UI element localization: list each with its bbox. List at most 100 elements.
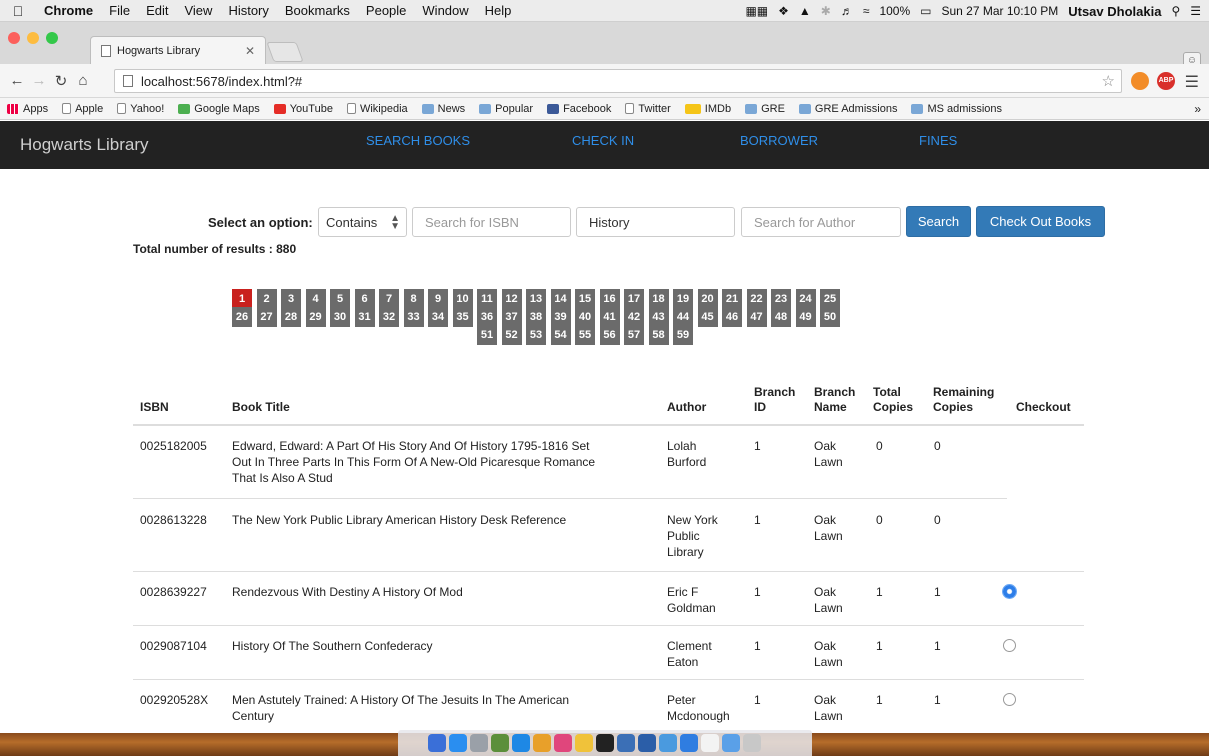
extension-fire-icon[interactable] <box>1131 72 1149 90</box>
browser-tab[interactable]: Hogwarts Library ✕ <box>90 36 266 64</box>
browser-menu-icon[interactable]: ☰ <box>1185 72 1199 92</box>
page-link[interactable]: 59 <box>673 325 693 345</box>
menu-edit[interactable]: Edit <box>138 3 176 18</box>
nav-search-books[interactable]: SEARCH BOOKS <box>366 133 470 148</box>
page-link[interactable]: 52 <box>501 325 522 345</box>
page-link[interactable]: 33 <box>403 307 424 327</box>
bookmarks-overflow-icon[interactable]: » <box>1194 102 1201 116</box>
drive-icon[interactable]: ▲ <box>799 4 811 18</box>
menu-people[interactable]: People <box>358 3 414 18</box>
page-link[interactable]: 47 <box>746 307 767 327</box>
page-link[interactable]: 20 <box>697 289 718 309</box>
page-link[interactable]: 51 <box>477 325 497 345</box>
page-link[interactable]: 57 <box>624 325 644 345</box>
adblock-plus-icon[interactable]: ABP <box>1157 72 1175 90</box>
page-link[interactable]: 53 <box>526 325 546 345</box>
page-link[interactable]: 15 <box>575 289 595 309</box>
bookmark-google-maps[interactable]: Google Maps <box>171 103 266 115</box>
menu-help[interactable]: Help <box>477 3 520 18</box>
nav-fines[interactable]: FINES <box>919 133 957 148</box>
page-link[interactable]: 36 <box>477 307 497 327</box>
new-tab-button[interactable] <box>266 42 304 62</box>
notification-center-icon[interactable]: ☰ <box>1190 4 1201 18</box>
menubar-user[interactable]: Utsav Dholakia <box>1068 4 1161 19</box>
bookmark-popular[interactable]: Popular <box>472 103 540 115</box>
page-link[interactable]: 46 <box>722 307 742 327</box>
page-link[interactable]: 58 <box>648 325 669 345</box>
chrome-dock-icon[interactable] <box>575 734 593 752</box>
bookmark-ms-admissions[interactable]: MS admissions <box>904 103 1009 115</box>
battery-percent[interactable]: 100% <box>879 4 910 18</box>
page-link[interactable]: 26 <box>232 307 252 327</box>
page-link[interactable]: 21 <box>722 289 742 309</box>
page-link[interactable]: 11 <box>477 289 497 309</box>
page-link[interactable]: 43 <box>648 307 669 327</box>
address-bar[interactable]: localhost:5678/index.html?# ☆ <box>114 69 1122 93</box>
nav-check-in[interactable]: CHECK IN <box>572 133 634 148</box>
safari-icon[interactable] <box>512 734 530 752</box>
page-link[interactable]: 40 <box>575 307 595 327</box>
search-button[interactable]: Search <box>906 206 971 237</box>
page-link[interactable]: 13 <box>526 289 546 309</box>
page-link[interactable]: 23 <box>771 289 791 309</box>
bookmark-apps[interactable]: Apps <box>0 103 55 115</box>
nav-borrower[interactable]: BORROWER <box>740 133 818 148</box>
page-link[interactable]: 25 <box>820 289 840 309</box>
page-link[interactable]: 41 <box>599 307 620 327</box>
author-search-input[interactable]: Search for Author <box>741 207 901 237</box>
checkout-radio[interactable] <box>1003 639 1016 652</box>
page-link[interactable]: 6 <box>354 289 375 309</box>
page-link[interactable]: 17 <box>624 289 644 309</box>
bluetooth-icon[interactable]: ✱ <box>821 4 831 18</box>
page-link[interactable]: 2 <box>256 289 277 309</box>
page-link[interactable]: 28 <box>281 307 301 327</box>
page-link[interactable]: 19 <box>673 289 693 309</box>
menu-app-name[interactable]: Chrome <box>36 3 101 18</box>
page-link[interactable]: 50 <box>820 307 840 327</box>
page-link[interactable]: 32 <box>379 307 399 327</box>
volume-icon[interactable]: ♬ <box>841 4 853 18</box>
page-link[interactable]: 55 <box>575 325 595 345</box>
menu-window[interactable]: Window <box>414 3 476 18</box>
bookmark-youtube[interactable]: YouTube <box>267 103 340 115</box>
page-link[interactable]: 37 <box>501 307 522 327</box>
menu-bookmarks[interactable]: Bookmarks <box>277 3 358 18</box>
checkout-radio[interactable] <box>1003 585 1016 598</box>
maps-app-icon[interactable] <box>491 734 509 752</box>
bookmark-yahoo[interactable]: Yahoo! <box>110 103 171 115</box>
brand-title[interactable]: Hogwarts Library <box>20 135 149 155</box>
bookmark-news[interactable]: News <box>415 103 473 115</box>
network-utility-icon[interactable] <box>659 734 677 752</box>
page-link[interactable]: 12 <box>501 289 522 309</box>
home-icon[interactable]: ⌂ <box>72 72 94 89</box>
documents-icon[interactable] <box>701 734 719 752</box>
bookmark-gre[interactable]: GRE <box>738 103 792 115</box>
page-link[interactable]: 45 <box>697 307 718 327</box>
bookmark-facebook[interactable]: Facebook <box>540 103 618 115</box>
page-link[interactable]: 10 <box>452 289 473 309</box>
menu-history[interactable]: History <box>220 3 276 18</box>
page-link[interactable]: 3 <box>281 289 301 309</box>
wifi-icon[interactable]: ≈ <box>863 4 870 18</box>
page-link[interactable]: 9 <box>428 289 448 309</box>
textedit-icon[interactable] <box>617 734 635 752</box>
page-link[interactable]: 27 <box>256 307 277 327</box>
title-search-input[interactable]: History <box>576 207 735 237</box>
page-link[interactable]: 1 <box>232 289 252 309</box>
info-app-icon[interactable] <box>680 734 698 752</box>
check-out-books-button[interactable]: Check Out Books <box>976 206 1105 237</box>
battery-icon[interactable]: ▭ <box>920 4 931 18</box>
page-link[interactable]: 4 <box>305 289 326 309</box>
menubar-clock[interactable]: Sun 27 Mar 10:10 PM <box>942 4 1059 18</box>
dropbox-icon[interactable]: ❖ <box>778 4 789 18</box>
page-link[interactable]: 54 <box>550 325 571 345</box>
audio-level-icon[interactable]: ▦▦ <box>745 4 768 18</box>
photos-icon[interactable] <box>533 734 551 752</box>
back-icon[interactable]: ← <box>6 72 28 89</box>
page-link[interactable]: 39 <box>550 307 571 327</box>
page-link[interactable]: 35 <box>452 307 473 327</box>
isbn-search-input[interactable]: Search for ISBN <box>412 207 571 237</box>
close-tab-icon[interactable]: ✕ <box>245 44 255 58</box>
checkout-radio[interactable] <box>1003 693 1016 706</box>
url-text[interactable]: localhost:5678/index.html?# <box>141 74 302 89</box>
